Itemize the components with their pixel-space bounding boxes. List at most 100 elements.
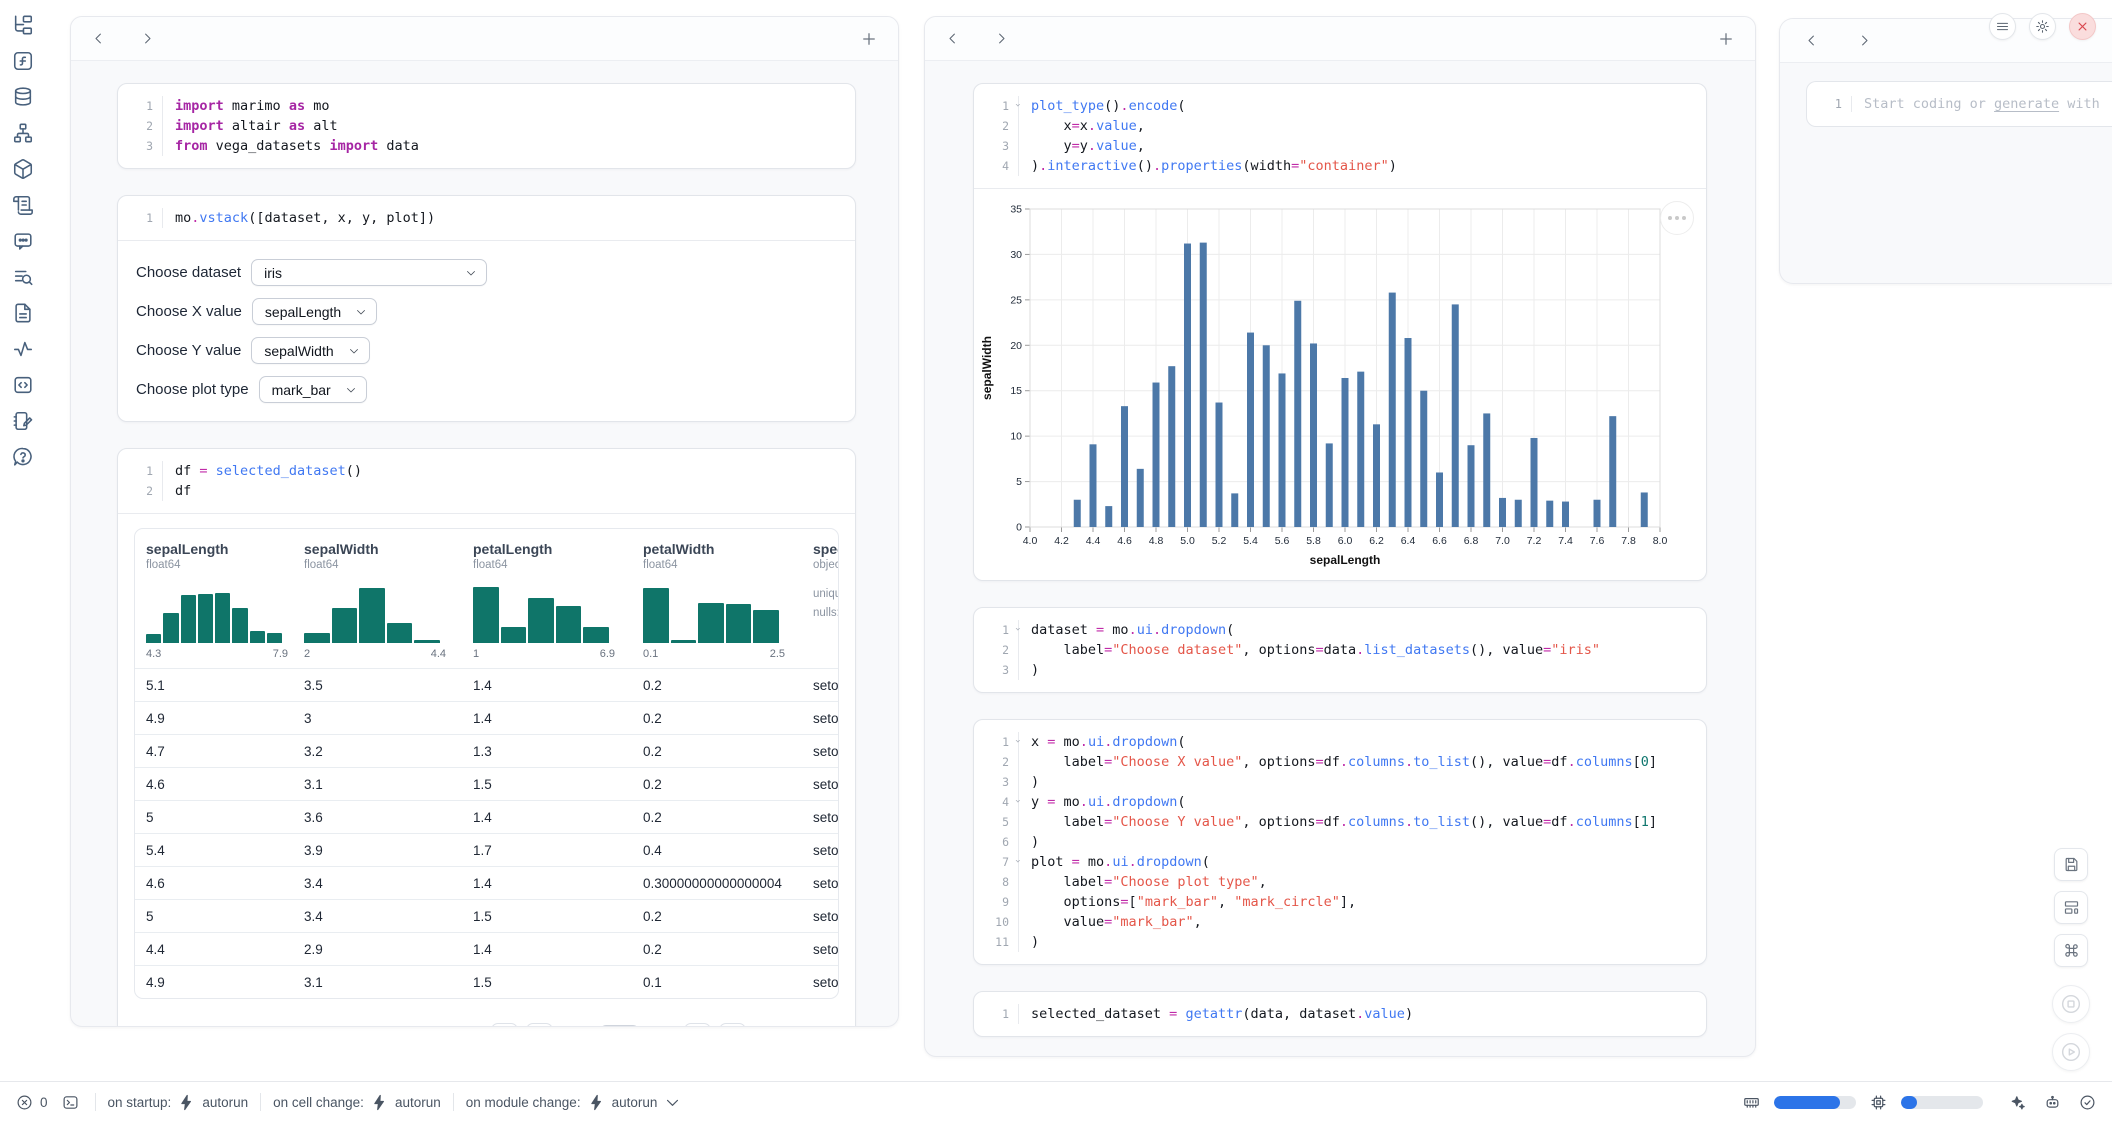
table-row[interactable]: 4.93.11.50.1setos [135, 965, 838, 998]
fold-chevron-icon[interactable]: › [1012, 798, 1022, 804]
table-row[interactable]: 53.61.40.2setos [135, 800, 838, 833]
dependency-graph-icon[interactable] [12, 122, 34, 144]
chart-options-button[interactable] [1660, 201, 1694, 235]
code-editor[interactable]: 1›dataset = mo.ui.dropdown(2 label="Choo… [974, 608, 1706, 692]
page-select[interactable]: 1 [600, 1025, 639, 1027]
search-logs-icon[interactable] [12, 266, 34, 288]
column-header-sepalLength[interactable]: sepalLengthfloat644.37.9 [146, 541, 304, 660]
code-line[interactable]: 2 label="Choose X value", options=df.col… [974, 752, 1692, 772]
code-line[interactable]: 4).interactive().properties(width="conta… [974, 156, 1692, 176]
column-name[interactable]: petalWidth [643, 541, 813, 557]
on-module-change-setting[interactable]: on module change: autorun [466, 1094, 678, 1111]
code-line[interactable]: 2 x=x.value, [974, 116, 1692, 136]
snippets-icon[interactable] [12, 374, 34, 396]
table-row[interactable]: 4.63.11.50.2setos [135, 767, 838, 800]
code-line[interactable]: 4›y = mo.ui.dropdown( [974, 792, 1692, 812]
settings-button[interactable] [2029, 13, 2056, 40]
help-icon[interactable] [12, 446, 34, 468]
table-row[interactable]: 53.41.50.2setos [135, 899, 838, 932]
package-icon[interactable] [12, 158, 34, 180]
code-editor[interactable]: 1selected_dataset = getattr(data, datase… [974, 992, 1706, 1036]
panel-forward-button[interactable] [1857, 33, 1872, 48]
code-line[interactable]: 3) [974, 660, 1692, 680]
code-line[interactable]: 1df = selected_dataset() [118, 461, 841, 481]
code-editor[interactable]: 1mo.vstack([dataset, x, y, plot]) [118, 196, 855, 240]
code-line[interactable]: 6) [974, 832, 1692, 852]
column-name[interactable]: speci [813, 541, 838, 557]
dropdown-select-3[interactable]: mark_bar [259, 376, 367, 403]
code-line[interactable]: 2import altair as alt [118, 116, 841, 136]
code-line[interactable]: 9 options=["mark_bar", "mark_circle"], [974, 892, 1692, 912]
cell-output-chart[interactable]: 4.04.24.44.64.85.05.25.45.65.86.06.26.46… [974, 188, 1706, 580]
column-name[interactable]: petalLength [473, 541, 643, 557]
fold-chevron-icon[interactable]: › [1012, 626, 1022, 632]
script-log-icon[interactable] [12, 194, 34, 216]
tracing-activity-icon[interactable] [12, 338, 34, 360]
column-header-sepalWidth[interactable]: sepalWidthfloat6424.4 [304, 541, 473, 660]
fold-chevron-icon[interactable]: › [1012, 102, 1022, 108]
shutdown-button[interactable] [2069, 13, 2096, 40]
code-line[interactable]: 11) [974, 932, 1692, 952]
column-header-speci[interactable]: speciobjecuniqunulls: [813, 541, 838, 660]
code-line[interactable]: 1›x = mo.ui.dropdown( [974, 732, 1692, 752]
fold-chevron-icon[interactable]: › [1012, 738, 1022, 744]
copilot-button[interactable] [2044, 1094, 2061, 1111]
add-cell-button[interactable] [1717, 30, 1735, 48]
table-row[interactable]: 4.42.91.40.2setos [135, 932, 838, 965]
column-header-petalWidth[interactable]: petalWidthfloat640.12.5 [643, 541, 813, 660]
code-editor[interactable]: 1import marimo as mo2import altair as al… [118, 84, 855, 168]
panel-back-button[interactable] [945, 31, 960, 46]
generate-link[interactable]: generate [1994, 96, 2059, 112]
error-indicator[interactable]: 0 [16, 1094, 48, 1111]
on-startup-setting[interactable]: on startup: autorun [108, 1094, 249, 1111]
ai-sparkles-button[interactable] [2009, 1094, 2026, 1111]
file-tree-icon[interactable] [12, 14, 34, 36]
table-row[interactable]: 4.63.41.40.30000000000000004setos [135, 866, 838, 899]
on-cell-change-setting[interactable]: on cell change: autorun [273, 1094, 441, 1111]
code-line[interactable]: 3 y=y.value, [974, 136, 1692, 156]
prev-page-button[interactable] [526, 1023, 553, 1027]
dropdown-select-2[interactable]: sepalWidth [251, 337, 369, 364]
code-line[interactable]: 3) [974, 772, 1692, 792]
code-editor[interactable]: 1df = selected_dataset()2df [118, 449, 855, 513]
panel-back-button[interactable] [1804, 33, 1819, 48]
cpu-usage-meter[interactable] [1901, 1096, 1983, 1109]
panel-back-button[interactable] [91, 31, 106, 46]
chat-assistant-icon[interactable] [12, 230, 34, 252]
menu-button[interactable] [1989, 13, 2016, 40]
scratchpad-editor[interactable]: 1 Start coding or generate with [1806, 81, 2112, 127]
code-line[interactable]: 1›plot_type().encode( [974, 96, 1692, 116]
dropdown-select-1[interactable]: sepalLength [252, 298, 377, 325]
column-header-petalLength[interactable]: petalLengthfloat6416.9 [473, 541, 643, 660]
terminal-button[interactable] [62, 1094, 79, 1111]
save-button[interactable] [2054, 848, 2088, 881]
code-line[interactable]: 10 value="mark_bar", [974, 912, 1692, 932]
stop-button[interactable] [2052, 985, 2090, 1023]
database-icon[interactable] [12, 86, 34, 108]
add-cell-button[interactable] [860, 30, 878, 48]
code-line[interactable]: 3from vega_datasets import data [118, 136, 841, 156]
code-line[interactable]: 2df [118, 481, 841, 501]
code-line[interactable]: 1›dataset = mo.ui.dropdown( [974, 620, 1692, 640]
dropdown-select-0[interactable]: iris [251, 259, 487, 286]
code-editor[interactable]: 1›x = mo.ui.dropdown(2 label="Choose X v… [974, 720, 1706, 964]
code-line[interactable]: 5 label="Choose Y value", options=df.col… [974, 812, 1692, 832]
last-page-button[interactable] [719, 1023, 746, 1027]
table-row[interactable]: 4.73.21.30.2setos [135, 734, 838, 767]
panel-forward-button[interactable] [140, 31, 155, 46]
code-line[interactable]: 7›plot = mo.ui.dropdown( [974, 852, 1692, 872]
connection-status-icon[interactable] [2079, 1094, 2096, 1111]
function-square-icon[interactable] [12, 50, 34, 72]
column-name[interactable]: sepalWidth [304, 541, 473, 557]
code-line[interactable]: 1mo.vstack([dataset, x, y, plot]) [118, 208, 841, 228]
layout-button[interactable] [2054, 891, 2088, 924]
documentation-icon[interactable] [12, 302, 34, 324]
table-row[interactable]: 5.13.51.40.2setos [135, 668, 838, 701]
panel-forward-button[interactable] [994, 31, 1009, 46]
table-row[interactable]: 4.931.40.2setos [135, 701, 838, 734]
run-button[interactable] [2052, 1033, 2090, 1071]
fold-chevron-icon[interactable]: › [1012, 858, 1022, 864]
table-row[interactable]: 5.43.91.70.4setos [135, 833, 838, 866]
next-page-button[interactable] [684, 1023, 711, 1027]
first-page-button[interactable] [491, 1023, 518, 1027]
